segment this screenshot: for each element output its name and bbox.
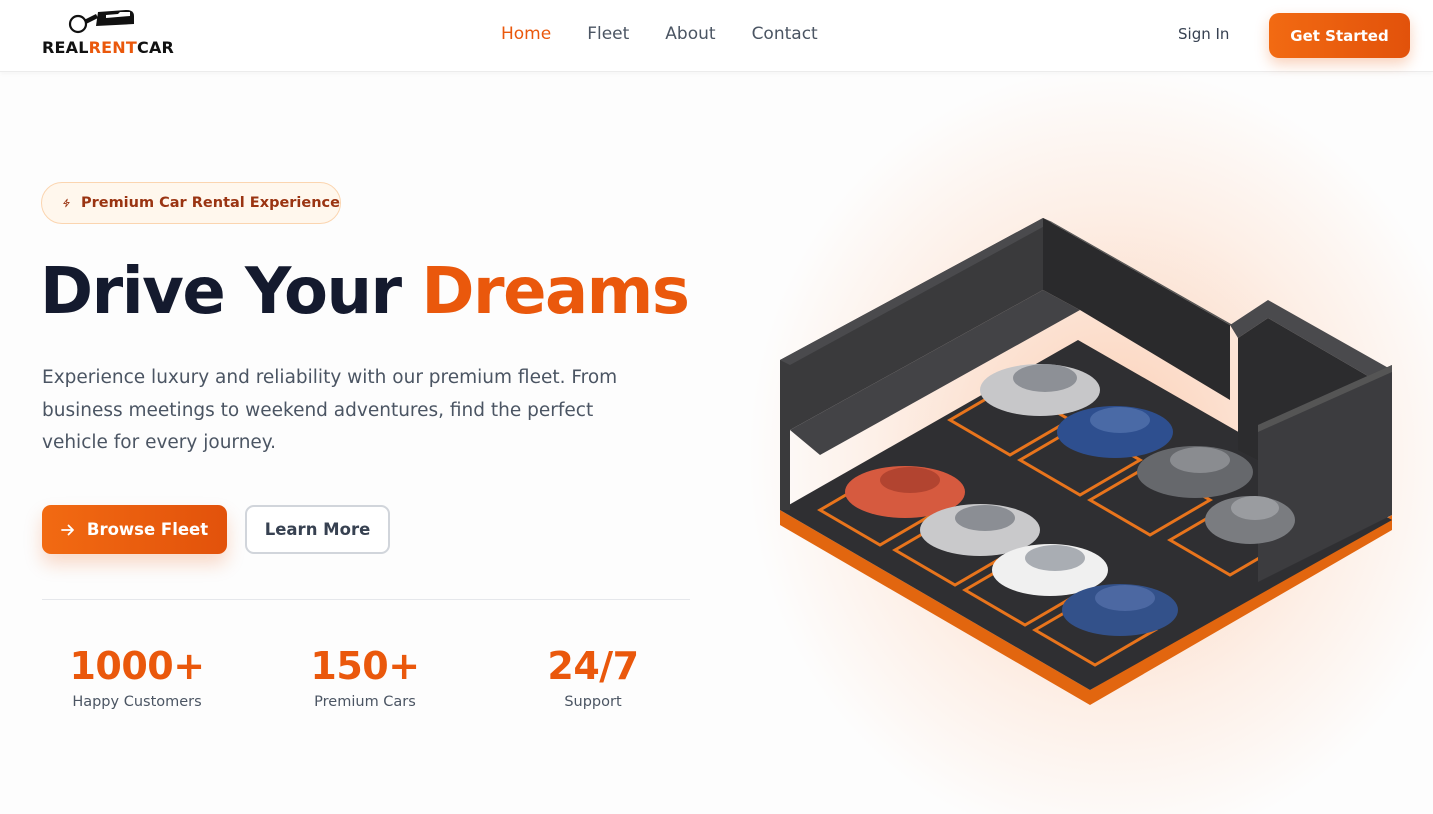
isometric-parking-garage-illustration xyxy=(780,218,1392,705)
nav-fleet[interactable]: Fleet xyxy=(587,24,629,44)
car-icon xyxy=(980,364,1100,416)
car-icon xyxy=(1057,406,1173,458)
stat-value: 150+ xyxy=(310,644,420,688)
brand-name: REALRENTCAR xyxy=(42,38,175,57)
browse-fleet-button[interactable]: Browse Fleet xyxy=(42,505,227,554)
nav-home[interactable]: Home xyxy=(501,24,551,44)
hero-description: Experience luxury and reliability with o… xyxy=(42,367,618,453)
stat-label: Happy Customers xyxy=(72,694,202,710)
stat-value: 24/7 xyxy=(547,644,639,688)
nav-about[interactable]: About xyxy=(665,24,715,44)
hero-badge: Premium Car Rental Experience xyxy=(41,182,341,224)
car-icon xyxy=(1062,584,1178,636)
car-icon xyxy=(1205,496,1295,544)
brand-logo[interactable]: REALRENTCAR xyxy=(42,6,182,62)
site-header: REALRENTCAR Home Fleet About Contact Sig… xyxy=(0,0,1433,72)
get-started-button[interactable]: Get Started xyxy=(1269,13,1410,58)
sign-in-link[interactable]: Sign In xyxy=(1178,25,1229,43)
learn-more-button[interactable]: Learn More xyxy=(245,505,390,554)
stat-label: Support xyxy=(564,694,622,710)
stat-value: 1000+ xyxy=(69,644,205,688)
stat-customers: 1000+ Happy Customers xyxy=(37,642,237,710)
car-icon xyxy=(1137,446,1253,498)
main-nav: Home Fleet About Contact xyxy=(501,24,854,44)
badge-text: Premium Car Rental Experience xyxy=(80,195,340,211)
arrow-right-icon xyxy=(60,524,74,535)
stat-support: 24/7 Support xyxy=(493,642,693,710)
lightning-icon xyxy=(63,198,70,208)
hero-headline: Drive Your Dreams xyxy=(40,255,690,329)
car-key-logo-icon xyxy=(68,10,134,34)
stats-divider xyxy=(42,599,690,600)
stat-cars: 150+ Premium Cars xyxy=(265,642,465,710)
stat-label: Premium Cars xyxy=(314,694,416,710)
nav-contact[interactable]: Contact xyxy=(752,24,818,44)
